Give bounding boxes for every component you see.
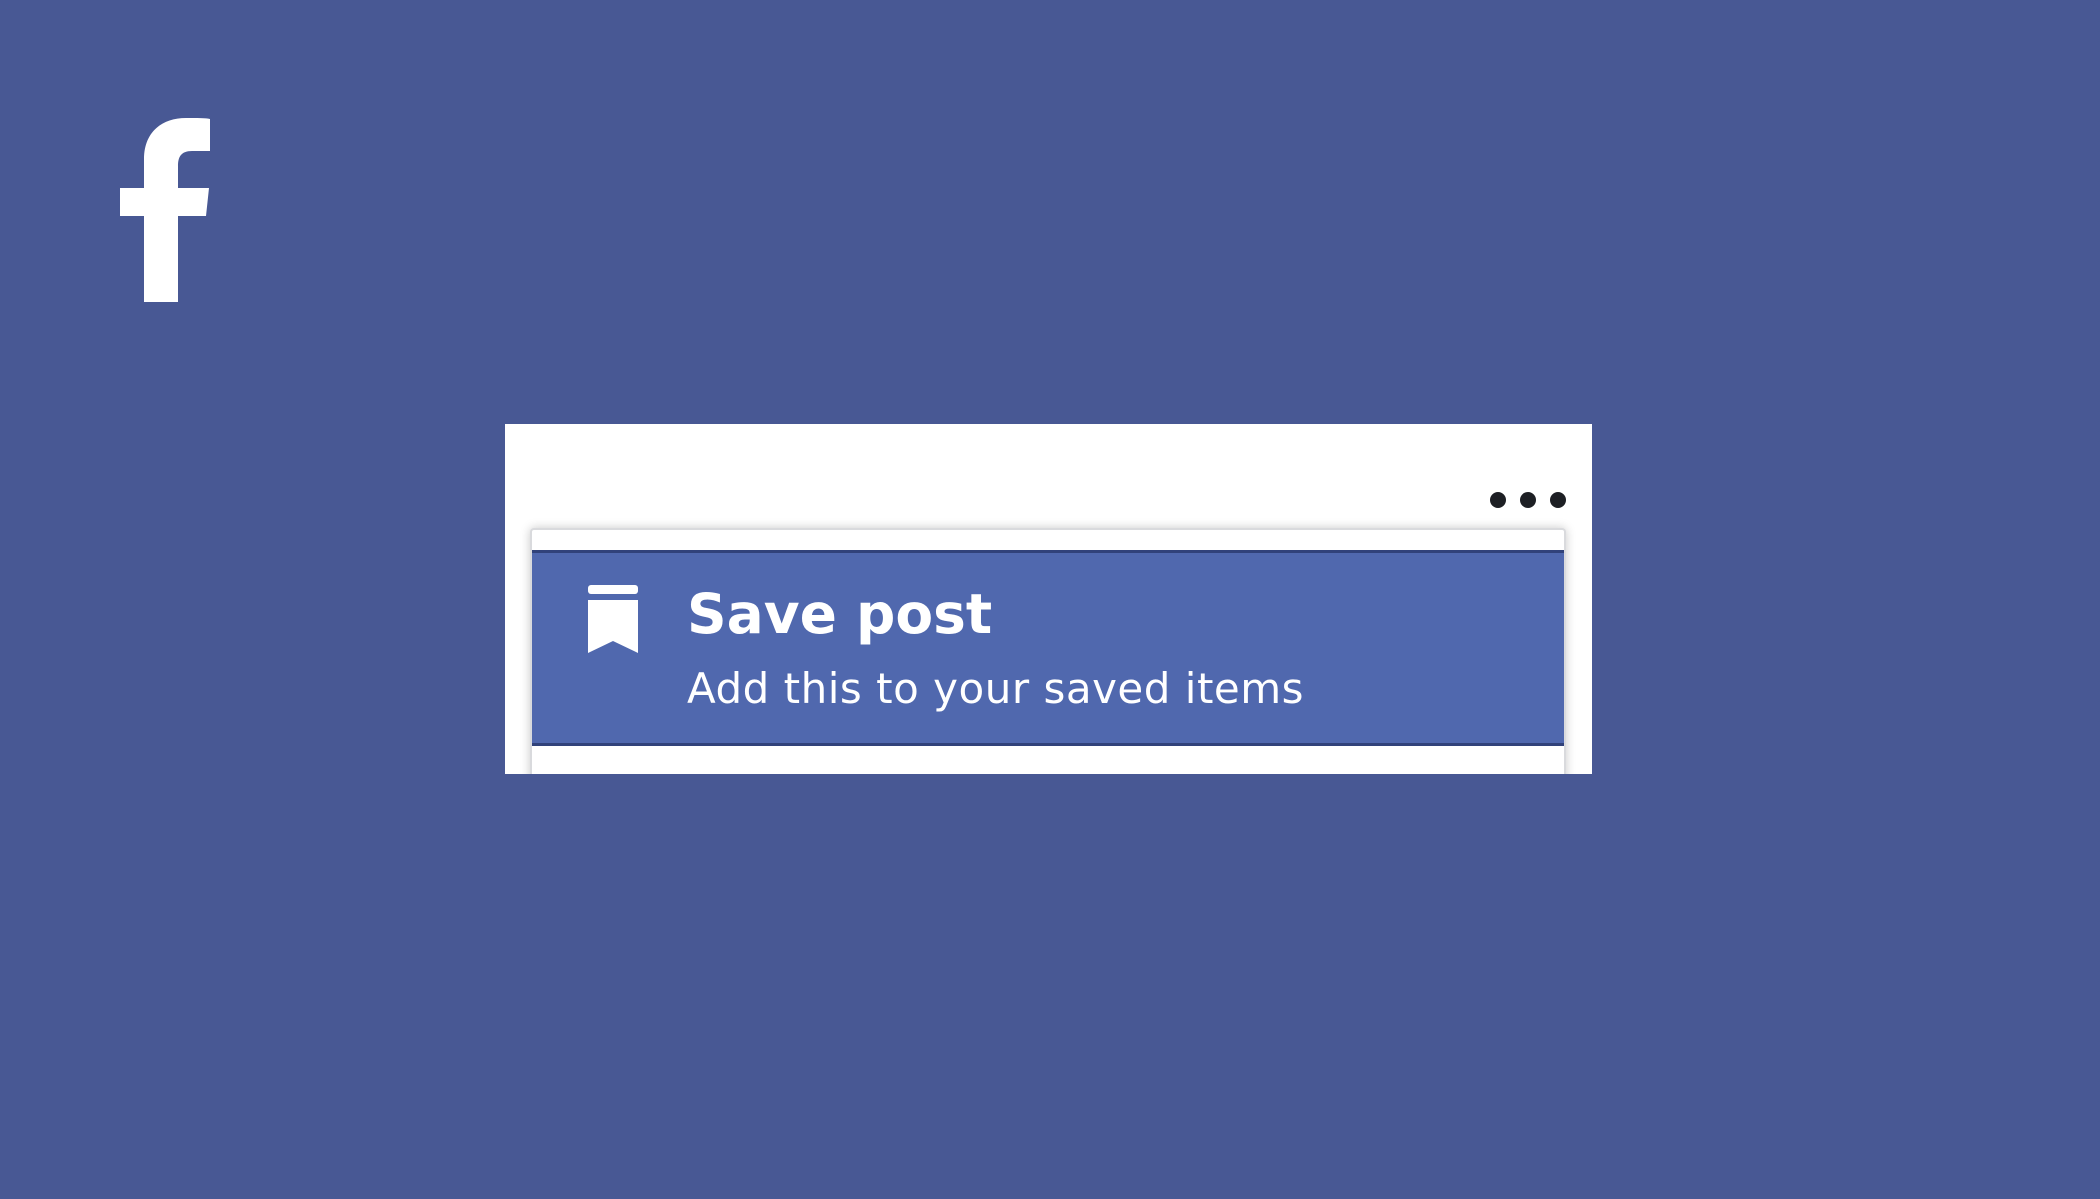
more-horizontal-icon: [1520, 492, 1536, 508]
menu-item-title: Save post: [687, 582, 993, 646]
post-card: Save post Add this to your saved items: [505, 424, 1592, 774]
facebook-f-icon: [120, 118, 210, 302]
post-options-menu: Save post Add this to your saved items: [530, 528, 1566, 774]
save-post-menu-item[interactable]: Save post Add this to your saved items: [532, 550, 1564, 746]
more-horizontal-icon: [1490, 492, 1506, 508]
more-horizontal-icon: [1550, 492, 1566, 508]
menu-item-subtitle: Add this to your saved items: [687, 664, 1305, 713]
more-options-button[interactable]: [1490, 486, 1566, 514]
bookmark-icon: [588, 585, 638, 653]
